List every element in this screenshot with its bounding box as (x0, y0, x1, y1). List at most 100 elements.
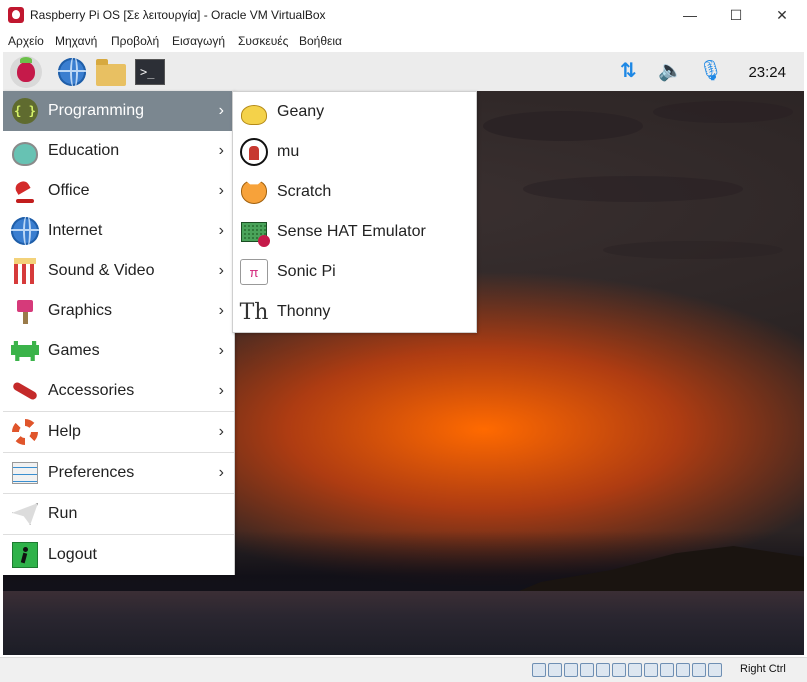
chevron-right-icon: › (218, 182, 224, 199)
menu-help[interactable]: Βοήθεια (299, 34, 342, 48)
menu-devices[interactable]: Συσκευές (238, 34, 288, 48)
virtualbox-app-icon (8, 7, 24, 23)
chevron-right-icon: › (218, 102, 224, 119)
menu-item-internet[interactable]: Internet › (3, 211, 234, 251)
menu-item-label: Education (48, 142, 120, 159)
usb-icon[interactable] (596, 663, 610, 677)
menu-item-preferences[interactable]: Preferences › (3, 453, 234, 493)
network-adapter-icon[interactable] (580, 663, 594, 677)
submenu-item-label: Geany (277, 103, 325, 120)
menu-item-label: Games (48, 342, 100, 359)
file-manager-launcher[interactable] (95, 56, 127, 88)
host-menubar: Αρχείο Μηχανή Προβολή Εισαγωγή Συσκευές … (0, 30, 807, 51)
menu-item-office[interactable]: Office › (3, 171, 234, 211)
audio-icon[interactable] (564, 663, 578, 677)
chevron-right-icon: › (218, 142, 224, 159)
menu-item-label: Programming (48, 102, 145, 119)
maximize-button[interactable]: ☐ (713, 0, 759, 30)
submenu-item-scratch[interactable]: Scratch (233, 172, 476, 212)
window-title: Raspberry Pi OS [Σε λειτουργία] - Oracle… (30, 8, 326, 22)
optical-drive-icon[interactable] (548, 663, 562, 677)
flask-icon (10, 136, 40, 166)
menu-item-label: Run (48, 505, 78, 522)
programming-icon: { } (10, 96, 40, 126)
raspberry-icon (17, 57, 35, 82)
terminal-launcher[interactable]: >_ (134, 56, 166, 88)
pocket-knife-icon (10, 376, 40, 406)
menu-item-accessories[interactable]: Accessories › (3, 371, 234, 411)
hard-disk-icon[interactable] (532, 663, 546, 677)
submenu-item-thonny[interactable]: Th Thonny (233, 292, 476, 332)
guest-taskbar: >_ ⇅ 🔈 🎙 23:24 (3, 52, 804, 91)
submenu-item-sonic-pi[interactable]: π Sonic Pi (233, 252, 476, 292)
menu-item-help[interactable]: Help › (3, 412, 234, 452)
chevron-right-icon: › (218, 262, 224, 279)
chevron-right-icon: › (218, 302, 224, 319)
menu-machine[interactable]: Μηχανή (55, 34, 97, 48)
paper-plane-icon (10, 499, 40, 529)
clock[interactable]: 23:24 (748, 64, 786, 81)
host-statusbar: Right Ctrl (0, 657, 807, 682)
mouse-integration-icon[interactable] (692, 663, 706, 677)
menu-item-label: Sound & Video (48, 262, 155, 279)
menu-item-label: Preferences (48, 464, 135, 481)
menu-item-label: Office (48, 182, 90, 199)
thonny-icon: Th (239, 299, 269, 325)
submenu-item-geany[interactable]: Geany (233, 92, 476, 132)
chevron-right-icon: › (218, 464, 224, 481)
submenu-item-mu[interactable]: mu (233, 132, 476, 172)
life-ring-icon (10, 417, 40, 447)
menu-item-education[interactable]: Education › (3, 131, 234, 171)
scratch-cat-icon (239, 177, 269, 207)
menu-item-sound-video[interactable]: Sound & Video › (3, 251, 234, 291)
menu-item-label: Graphics (48, 302, 113, 319)
volume-icon[interactable]: 🔈 (658, 60, 683, 82)
menu-item-logout[interactable]: Logout (3, 535, 234, 575)
mu-icon (239, 137, 269, 167)
menu-item-programming[interactable]: { } Programming › (3, 91, 234, 131)
close-button[interactable]: ✕ (759, 0, 805, 30)
sonic-pi-icon: π (239, 257, 269, 287)
host-key-label: Right Ctrl (740, 663, 786, 675)
chevron-right-icon: › (218, 222, 224, 239)
keyboard-capture-icon[interactable] (708, 663, 722, 677)
window-titlebar: Raspberry Pi OS [Σε λειτουργία] - Oracle… (0, 0, 807, 30)
globe-icon (10, 216, 40, 246)
submenu-item-label: mu (277, 143, 300, 160)
vt-x-icon[interactable] (676, 663, 690, 677)
submenu-item-label: Scratch (277, 183, 332, 200)
submenu-item-sense-hat-emulator[interactable]: Sense HAT Emulator (233, 212, 476, 252)
desk-lamp-icon (10, 176, 40, 206)
menu-item-games[interactable]: Games › (3, 331, 234, 371)
terminal-icon: >_ (135, 59, 165, 85)
raspberry-menu-button[interactable] (10, 56, 42, 88)
paintbrush-icon (10, 296, 40, 326)
menu-item-label: Logout (48, 546, 97, 563)
submenu-item-label: Sense HAT Emulator (277, 223, 426, 240)
globe-icon (58, 58, 86, 86)
chevron-right-icon: › (218, 423, 224, 440)
microphone-icon[interactable]: 🎙 (698, 60, 723, 82)
menu-item-run[interactable]: Run (3, 494, 234, 534)
minimize-button[interactable]: — (667, 0, 713, 30)
chevron-right-icon: › (218, 382, 224, 399)
display-icon[interactable] (628, 663, 642, 677)
menu-item-graphics[interactable]: Graphics › (3, 291, 234, 331)
menu-view[interactable]: Προβολή (111, 34, 159, 48)
space-invader-icon (10, 336, 40, 366)
folder-icon (96, 59, 126, 86)
menu-item-label: Help (48, 423, 81, 440)
settings-sliders-icon (10, 458, 40, 488)
cpu-icon[interactable] (660, 663, 674, 677)
submenu-item-label: Sonic Pi (277, 263, 336, 280)
menu-item-label: Accessories (48, 382, 135, 399)
guest-screen[interactable]: >_ ⇅ 🔈 🎙 23:24 { } Programming › Educati… (3, 52, 804, 655)
shared-folder-icon[interactable] (612, 663, 626, 677)
menu-file[interactable]: Αρχείο (8, 34, 44, 48)
menu-input[interactable]: Εισαγωγή (172, 34, 225, 48)
geany-teapot-icon (239, 97, 269, 127)
network-icon[interactable]: ⇅ (620, 60, 637, 82)
recording-icon[interactable] (644, 663, 658, 677)
device-indicator-icons (532, 663, 722, 677)
web-browser-launcher[interactable] (56, 56, 88, 88)
